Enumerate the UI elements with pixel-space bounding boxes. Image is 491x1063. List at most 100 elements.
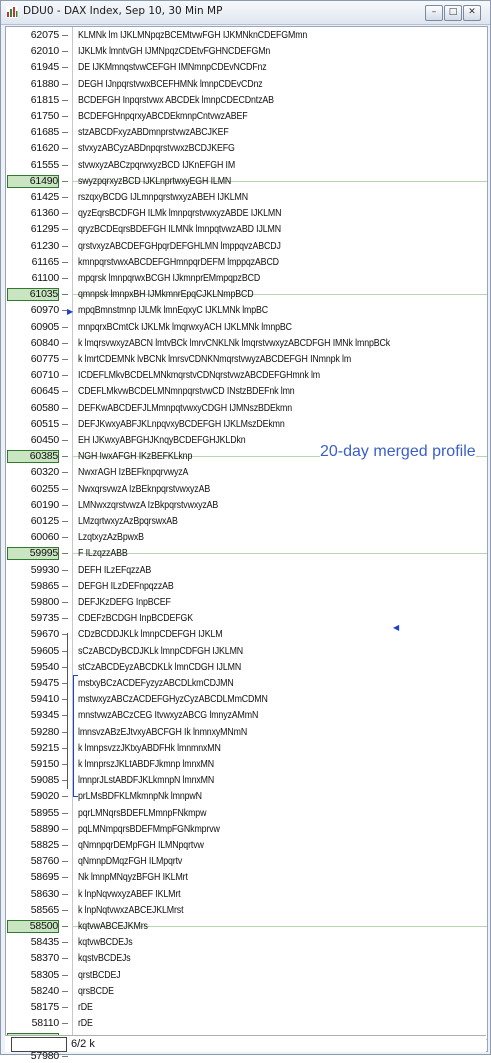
price-tick — [62, 521, 68, 522]
price-tick — [62, 197, 68, 198]
price-tick — [62, 246, 68, 247]
tpo-row: qNmnpDMqzFGH ILMpqrtv — [78, 855, 183, 867]
tpo-row: stvxyzABCyzABDnpqrstvwxzBCDJKEFG — [78, 142, 235, 154]
tpo-row: k lmqrsvwxyzABCN lmtvBCk lmrvCNKLNk lmqr… — [78, 337, 391, 349]
price-level-label: 58565 — [30, 904, 59, 916]
tpo-row: k lnpNqvwxyzABEF IKLMrt — [78, 888, 181, 900]
price-tick — [62, 375, 68, 376]
maximize-button[interactable]: □ — [444, 5, 462, 21]
price-level-label: 58370 — [30, 952, 59, 964]
tpo-row: DEFH ILzEFqzzAB — [78, 564, 152, 576]
status-bar: 6/2 k — [5, 1035, 486, 1052]
tpo-row: F ILzqzzABB — [78, 547, 128, 559]
price-level-label: 60515 — [30, 418, 59, 430]
app-window: DDU0 - DAX Index, Sep 10, 30 Min MP – □ … — [0, 0, 491, 1062]
tpo-row: BCDEFGH Inpqrstvwx ABCDEk lmnpCDECDntzAB — [78, 94, 274, 106]
price-tick — [62, 35, 68, 36]
price-level-label: 59865 — [30, 580, 59, 592]
tpo-row: DEFJKwxyABFJKLnpqvxyBCDEFGH IJKLMszDEkmn — [78, 418, 285, 430]
app-logo-icon — [6, 6, 18, 18]
price-level-label: 60645 — [30, 385, 59, 397]
tpo-row: rszqxyBCDG IJLmnpqrstwxyzABEH IJKLMN — [78, 191, 248, 203]
price-level-label: 59410 — [30, 693, 59, 705]
price-level-label: 61620 — [30, 142, 59, 154]
tpo-row: qyzEqrsBCDFGH ILMk lmnpqrstvwxyzABDE IJK… — [78, 207, 282, 219]
price-level-label: 58240 — [30, 985, 59, 997]
status-value: 6/2 k — [71, 1038, 95, 1050]
tpo-row: DE IJKMmnqstvwCEFGH IMNmnpCDEvNCDFnz — [78, 61, 267, 73]
price-level-label: 59475 — [30, 677, 59, 689]
price-tick — [62, 958, 68, 959]
price-tick — [62, 1007, 68, 1008]
price-tick — [62, 391, 68, 392]
price-tick — [62, 861, 68, 862]
market-profile-chart[interactable]: 62075 62010 61945 61880 61815 61750 61685 61620… — [5, 26, 488, 1062]
tpo-row: NwxqrsvwzA IzBEknpqrstvwxyzAB — [78, 483, 211, 495]
tpo-row: mstwxyzABCzACDEFGHyzCyzABCDLMmCDMN — [78, 693, 268, 705]
price-level-label: 59215 — [30, 742, 59, 754]
tpo-row: DEFKwABCDEFJLMmnpqtvwxyCDGH IJMNszBDEkmn — [78, 402, 293, 414]
price-tick — [62, 440, 68, 441]
tpo-row: mnpqrxBCmtCk IJKLMk lmqrwxyACH IJKLMNk l… — [78, 321, 292, 333]
price-tick — [62, 456, 68, 457]
price-tick — [62, 343, 68, 344]
tpo-row: stCzABCDEyzABCDKLk lmnCDGH IJLMN — [78, 661, 242, 673]
price-level-label: 61750 — [30, 110, 59, 122]
tpo-row: swyzpqrxyzBCD IJKLnprtwxyEGH ILMN — [78, 175, 232, 187]
price-tick — [62, 845, 68, 846]
price-tick — [62, 894, 68, 895]
price-level-label: 61945 — [30, 61, 59, 73]
price-tick — [62, 148, 68, 149]
tpo-row: qNmnpqrDEMpFGH ILMNpqrtvw — [78, 839, 204, 851]
tpo-row: EH IJKwxyABFGHJKnqyBCDEFGHJKLDkn — [78, 434, 246, 446]
price-level-label: 61230 — [30, 240, 59, 252]
tpo-row: k lmnprszJKLtABDFJkmnp lmnxMN — [78, 758, 215, 770]
price-level-label: 58435 — [30, 936, 59, 948]
price-level-label: 61685 — [30, 126, 59, 138]
tpo-row: LMzqrtwxyzAzBpqrswxAB — [78, 515, 178, 527]
tpo-row: qrstBCDEJ — [78, 969, 121, 981]
tpo-row: NGH IwxAFGH IKzBEFKLknp — [78, 450, 193, 462]
price-level-label: 60450 — [30, 434, 59, 446]
price-level-label: 60970 — [30, 304, 59, 316]
price-tick — [62, 132, 68, 133]
tpo-row: qrstvxyzABCDEFGHpqrDEFGHLMN lmppqvzABCDJ — [78, 240, 281, 252]
tpo-row: qryzBCDEqrsBDEFGH ILMNk lmnpqtvwzABD IJL… — [78, 223, 282, 235]
price-level-label: 61880 — [30, 78, 59, 90]
price-tick — [62, 553, 68, 554]
price-level-label: 61035 — [7, 288, 59, 301]
tpo-row: CDEFzBCDGH InpBCDEFGK — [78, 612, 193, 624]
value-area-bracket — [73, 675, 78, 797]
price-level-label: 58695 — [30, 871, 59, 883]
price-tick — [62, 181, 68, 182]
price-tick — [62, 213, 68, 214]
tpo-row: pqrLMNqrsBDEFLMmnpFNkmpw — [78, 807, 207, 819]
tpo-row: k lnpNqtvwxzABCEJKLMrst — [78, 904, 184, 916]
price-tick — [62, 408, 68, 409]
price-tick — [62, 796, 68, 797]
price-tick — [62, 537, 68, 538]
price-tick — [62, 926, 68, 927]
price-tick — [62, 813, 68, 814]
title-bar[interactable]: DDU0 - DAX Index, Sep 10, 30 Min MP – □ … — [1, 1, 490, 25]
tpo-row: lmnsvzABzEJtvxyABCFGH Ik lnmnxyMNmN — [78, 726, 248, 738]
price-level-label: 61165 — [31, 256, 60, 268]
close-button[interactable]: ✕ — [463, 5, 481, 21]
price-tick — [62, 327, 68, 328]
price-tick — [62, 116, 68, 117]
tpo-row: LzqtxyzAzBpwxB — [78, 531, 144, 543]
price-tick — [62, 942, 68, 943]
tpo-row: kmnpqrstvwxABCDEFGHmnpqrDEFM lmppqzABCD — [78, 256, 279, 268]
status-input-box[interactable] — [11, 1037, 67, 1052]
price-tick — [62, 829, 68, 830]
profile-area[interactable]: KLMNk lm IJKLMNpqzBCEMtvwFGH IJKMNknCDEF… — [72, 27, 487, 1051]
price-level-label: 59150 — [30, 758, 59, 770]
price-level-label: 60775 — [30, 353, 59, 365]
tpo-row: KLMNk lm IJKLMNpqzBCEMtvwFGH IJKMNknCDEF… — [78, 29, 308, 41]
price-level-label: 58305 — [30, 969, 59, 981]
tpo-row: DEFJKzDEFG InpBCEF — [78, 596, 171, 608]
price-level-label: 61425 — [30, 191, 59, 203]
price-tick — [62, 618, 68, 619]
minimize-button[interactable]: – — [425, 5, 443, 21]
price-level-label: 60255 — [30, 483, 59, 495]
